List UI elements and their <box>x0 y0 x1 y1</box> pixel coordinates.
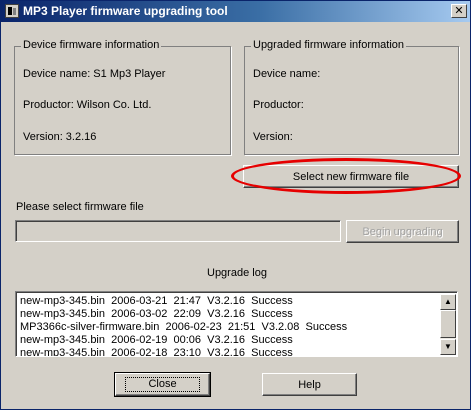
log-scrollbar[interactable]: ▲ ▼ <box>440 294 456 355</box>
upgraded-productor-text: Productor: <box>253 99 304 111</box>
log-row[interactable]: new-mp3-345.bin 2006-03-21 21:47 V3.2.16… <box>20 295 439 308</box>
upgraded-version-text: Version: <box>253 131 293 143</box>
arrow-up-icon: ▲ <box>444 297 452 306</box>
equalizer-icon <box>5 4 19 18</box>
log-rows: new-mp3-345.bin 2006-03-21 21:47 V3.2.16… <box>20 295 439 356</box>
productor-text: Productor: Wilson Co. Ltd. <box>23 99 152 111</box>
upgraded-device-name-text: Device name: <box>253 68 321 80</box>
log-row[interactable]: MP3366c-silver-firmware.bin 2006-02-23 2… <box>20 321 439 334</box>
device-firmware-legend: Device firmware information <box>21 39 162 51</box>
close-icon: ✕ <box>454 5 464 17</box>
window-title: MP3 Player firmware upgrading tool <box>23 4 228 18</box>
log-row[interactable]: new-mp3-345.bin 2006-02-18 23:10 V3.2.16… <box>20 347 439 356</box>
begin-upgrading-button[interactable]: Begin upgrading <box>346 220 459 243</box>
log-row[interactable]: new-mp3-345.bin 2006-03-02 22:09 V3.2.16… <box>20 308 439 321</box>
main-window: MP3 Player firmware upgrading tool ✕ Dev… <box>0 0 471 410</box>
select-firmware-button[interactable]: Select new firmware file <box>243 165 459 188</box>
firmware-file-label: Please select firmware file <box>16 201 144 213</box>
title-bar[interactable]: MP3 Player firmware upgrading tool ✕ <box>1 1 470 22</box>
arrow-down-icon: ▼ <box>444 342 452 351</box>
close-window-button[interactable]: ✕ <box>451 4 467 18</box>
scroll-thumb[interactable] <box>440 310 456 338</box>
scroll-down-button[interactable]: ▼ <box>440 339 456 355</box>
upgrade-log-title: Upgrade log <box>207 267 267 279</box>
close-button[interactable]: Close <box>114 372 211 397</box>
version-text: Version: 3.2.16 <box>23 131 97 143</box>
close-button-label: Close <box>125 377 200 392</box>
firmware-file-field[interactable] <box>15 220 341 242</box>
upgraded-firmware-legend: Upgraded firmware information <box>251 39 407 51</box>
upgrade-log-list[interactable]: new-mp3-345.bin 2006-03-21 21:47 V3.2.16… <box>15 291 458 357</box>
device-name-text: Device name: S1 Mp3 Player <box>23 68 166 80</box>
log-row[interactable]: new-mp3-345.bin 2006-02-19 00:06 V3.2.16… <box>20 334 439 347</box>
help-button[interactable]: Help <box>262 373 357 396</box>
scroll-up-button[interactable]: ▲ <box>440 294 456 310</box>
